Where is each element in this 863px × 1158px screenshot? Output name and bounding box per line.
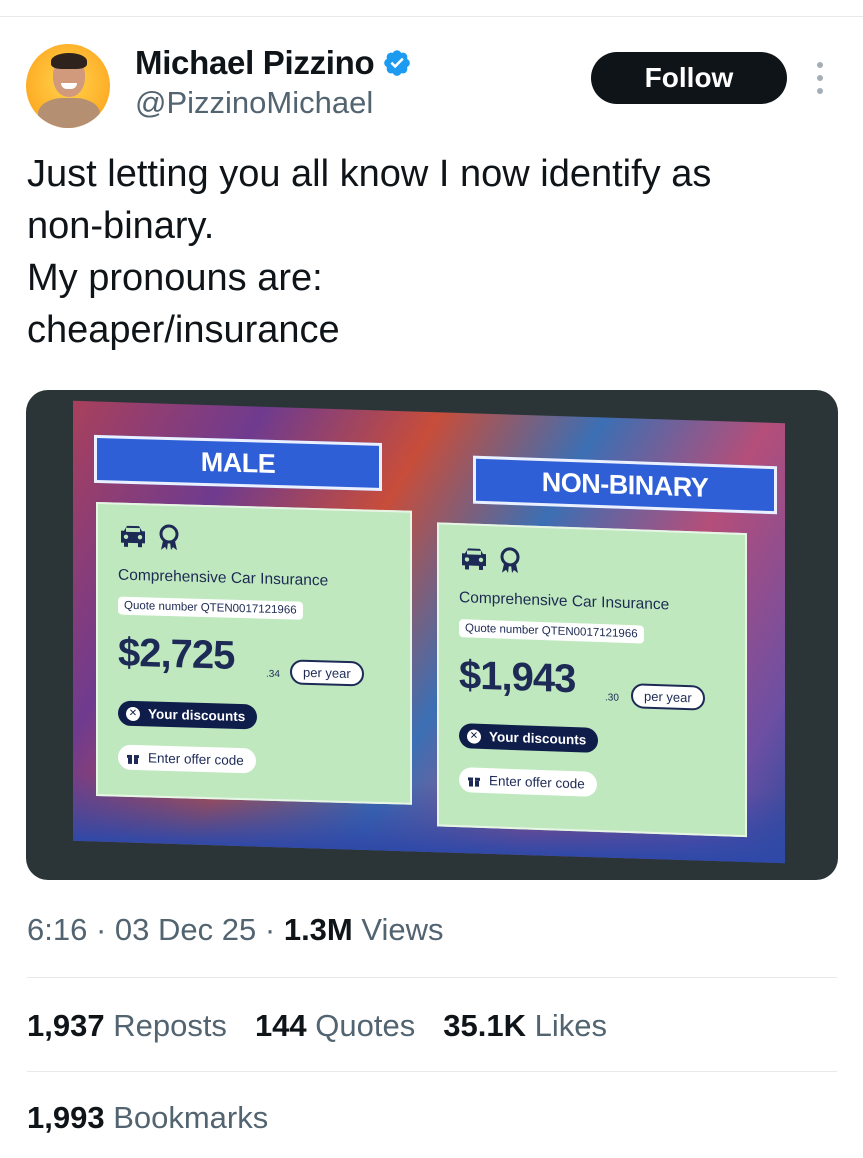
bookmarks-divider — [27, 1071, 837, 1072]
likes-label: Likes — [534, 1008, 607, 1043]
quotes-count: 144 — [254, 1008, 307, 1043]
gift-icon — [127, 754, 139, 765]
gift-icon — [468, 777, 480, 787]
more-dots-icon[interactable] — [810, 62, 830, 94]
quote-icons — [118, 523, 184, 553]
tweet-media-image[interactable]: MALE Comprehensive Car Insurance Quote n… — [26, 390, 838, 880]
price-cents: .34 — [266, 668, 280, 681]
meta-separator: · — [264, 912, 276, 947]
tweet-date[interactable]: 03 Dec 25 — [115, 912, 256, 947]
offer-code-field: Enter offer code — [118, 744, 256, 774]
follow-button[interactable]: Follow — [591, 52, 787, 104]
quotes-stat[interactable]: 144 Quotes — [255, 1008, 415, 1044]
author-name-row[interactable]: Michael Pizzino — [135, 44, 412, 82]
award-badge-icon — [500, 547, 520, 574]
reposts-label: Reposts — [113, 1008, 227, 1043]
tweet-line: non-binary. — [27, 205, 215, 247]
author-handle[interactable]: @PizzinoMichael — [135, 85, 373, 121]
author-display-name[interactable]: Michael Pizzino — [135, 44, 375, 82]
meta-separator: · — [95, 912, 107, 947]
tweet-meta: 6:16 · 03 Dec 25 · 1.3M Views — [27, 912, 444, 948]
discount-icon: ✕ — [467, 728, 481, 744]
quote-label-male: MALE — [94, 434, 382, 491]
product-name: Comprehensive Car Insurance — [118, 566, 329, 590]
offer-code-field: Enter offer code — [459, 767, 597, 797]
reposts-count: 1,937 — [27, 1008, 105, 1043]
car-icon — [121, 525, 145, 548]
product-name: Comprehensive Car Insurance — [459, 589, 670, 614]
per-year-pill: per year — [290, 659, 364, 687]
verified-badge-icon[interactable] — [382, 48, 412, 78]
tweet-line: cheaper/insurance — [27, 309, 340, 351]
avatar[interactable] — [26, 44, 110, 128]
views-count[interactable]: 1.3M — [284, 912, 353, 947]
bookmarks-count: 1,993 — [27, 1100, 105, 1135]
offer-code-label: Enter offer code — [489, 773, 585, 792]
tweet-text: Just letting you all know I now identify… — [27, 148, 837, 356]
avatar-hair — [51, 53, 87, 69]
likes-count: 35.1K — [443, 1008, 526, 1043]
bookmarks-stat[interactable]: 1,993 Bookmarks — [27, 1100, 268, 1136]
your-discounts-button: ✕ Your discounts — [118, 700, 258, 730]
more-dot — [817, 62, 823, 68]
your-discounts-button: ✕ Your discounts — [459, 723, 599, 753]
quote-card-non-binary: Comprehensive Car Insurance Quote number… — [437, 522, 747, 838]
stats-divider — [27, 977, 837, 978]
per-year-pill: per year — [631, 683, 705, 711]
car-icon — [462, 548, 486, 570]
quote-number: Quote number QTEN0017121966 — [118, 596, 303, 620]
offer-code-label: Enter offer code — [148, 750, 244, 769]
bookmarks-label: Bookmarks — [113, 1100, 269, 1135]
tweet-time[interactable]: 6:16 — [27, 912, 87, 947]
likes-stat[interactable]: 35.1K Likes — [443, 1008, 607, 1044]
award-badge-icon — [159, 524, 179, 551]
more-dot — [817, 88, 823, 94]
discount-icon: ✕ — [126, 706, 140, 721]
tweet-line: Just letting you all know I now identify… — [27, 153, 712, 195]
more-dot — [817, 75, 823, 81]
quote-number: Quote number QTEN0017121966 — [459, 619, 644, 644]
quote-icons — [459, 545, 525, 575]
your-discounts-label: Your discounts — [148, 706, 246, 725]
price-amount: $2,725 — [118, 630, 235, 678]
price-amount: $1,943 — [459, 653, 576, 702]
quotes-label: Quotes — [315, 1008, 416, 1043]
reposts-stat[interactable]: 1,937 Reposts — [27, 1008, 227, 1044]
engagement-stats: 1,937 Reposts 144 Quotes 35.1K Likes — [27, 1008, 607, 1044]
price-cents: .30 — [605, 692, 619, 704]
top-divider — [0, 16, 863, 17]
tweet-line: My pronouns are: — [27, 257, 323, 299]
views-label[interactable]: Views — [361, 912, 443, 947]
avatar-body — [38, 98, 100, 128]
quote-card-male: Comprehensive Car Insurance Quote number… — [96, 501, 412, 805]
your-discounts-label: Your discounts — [489, 729, 587, 748]
